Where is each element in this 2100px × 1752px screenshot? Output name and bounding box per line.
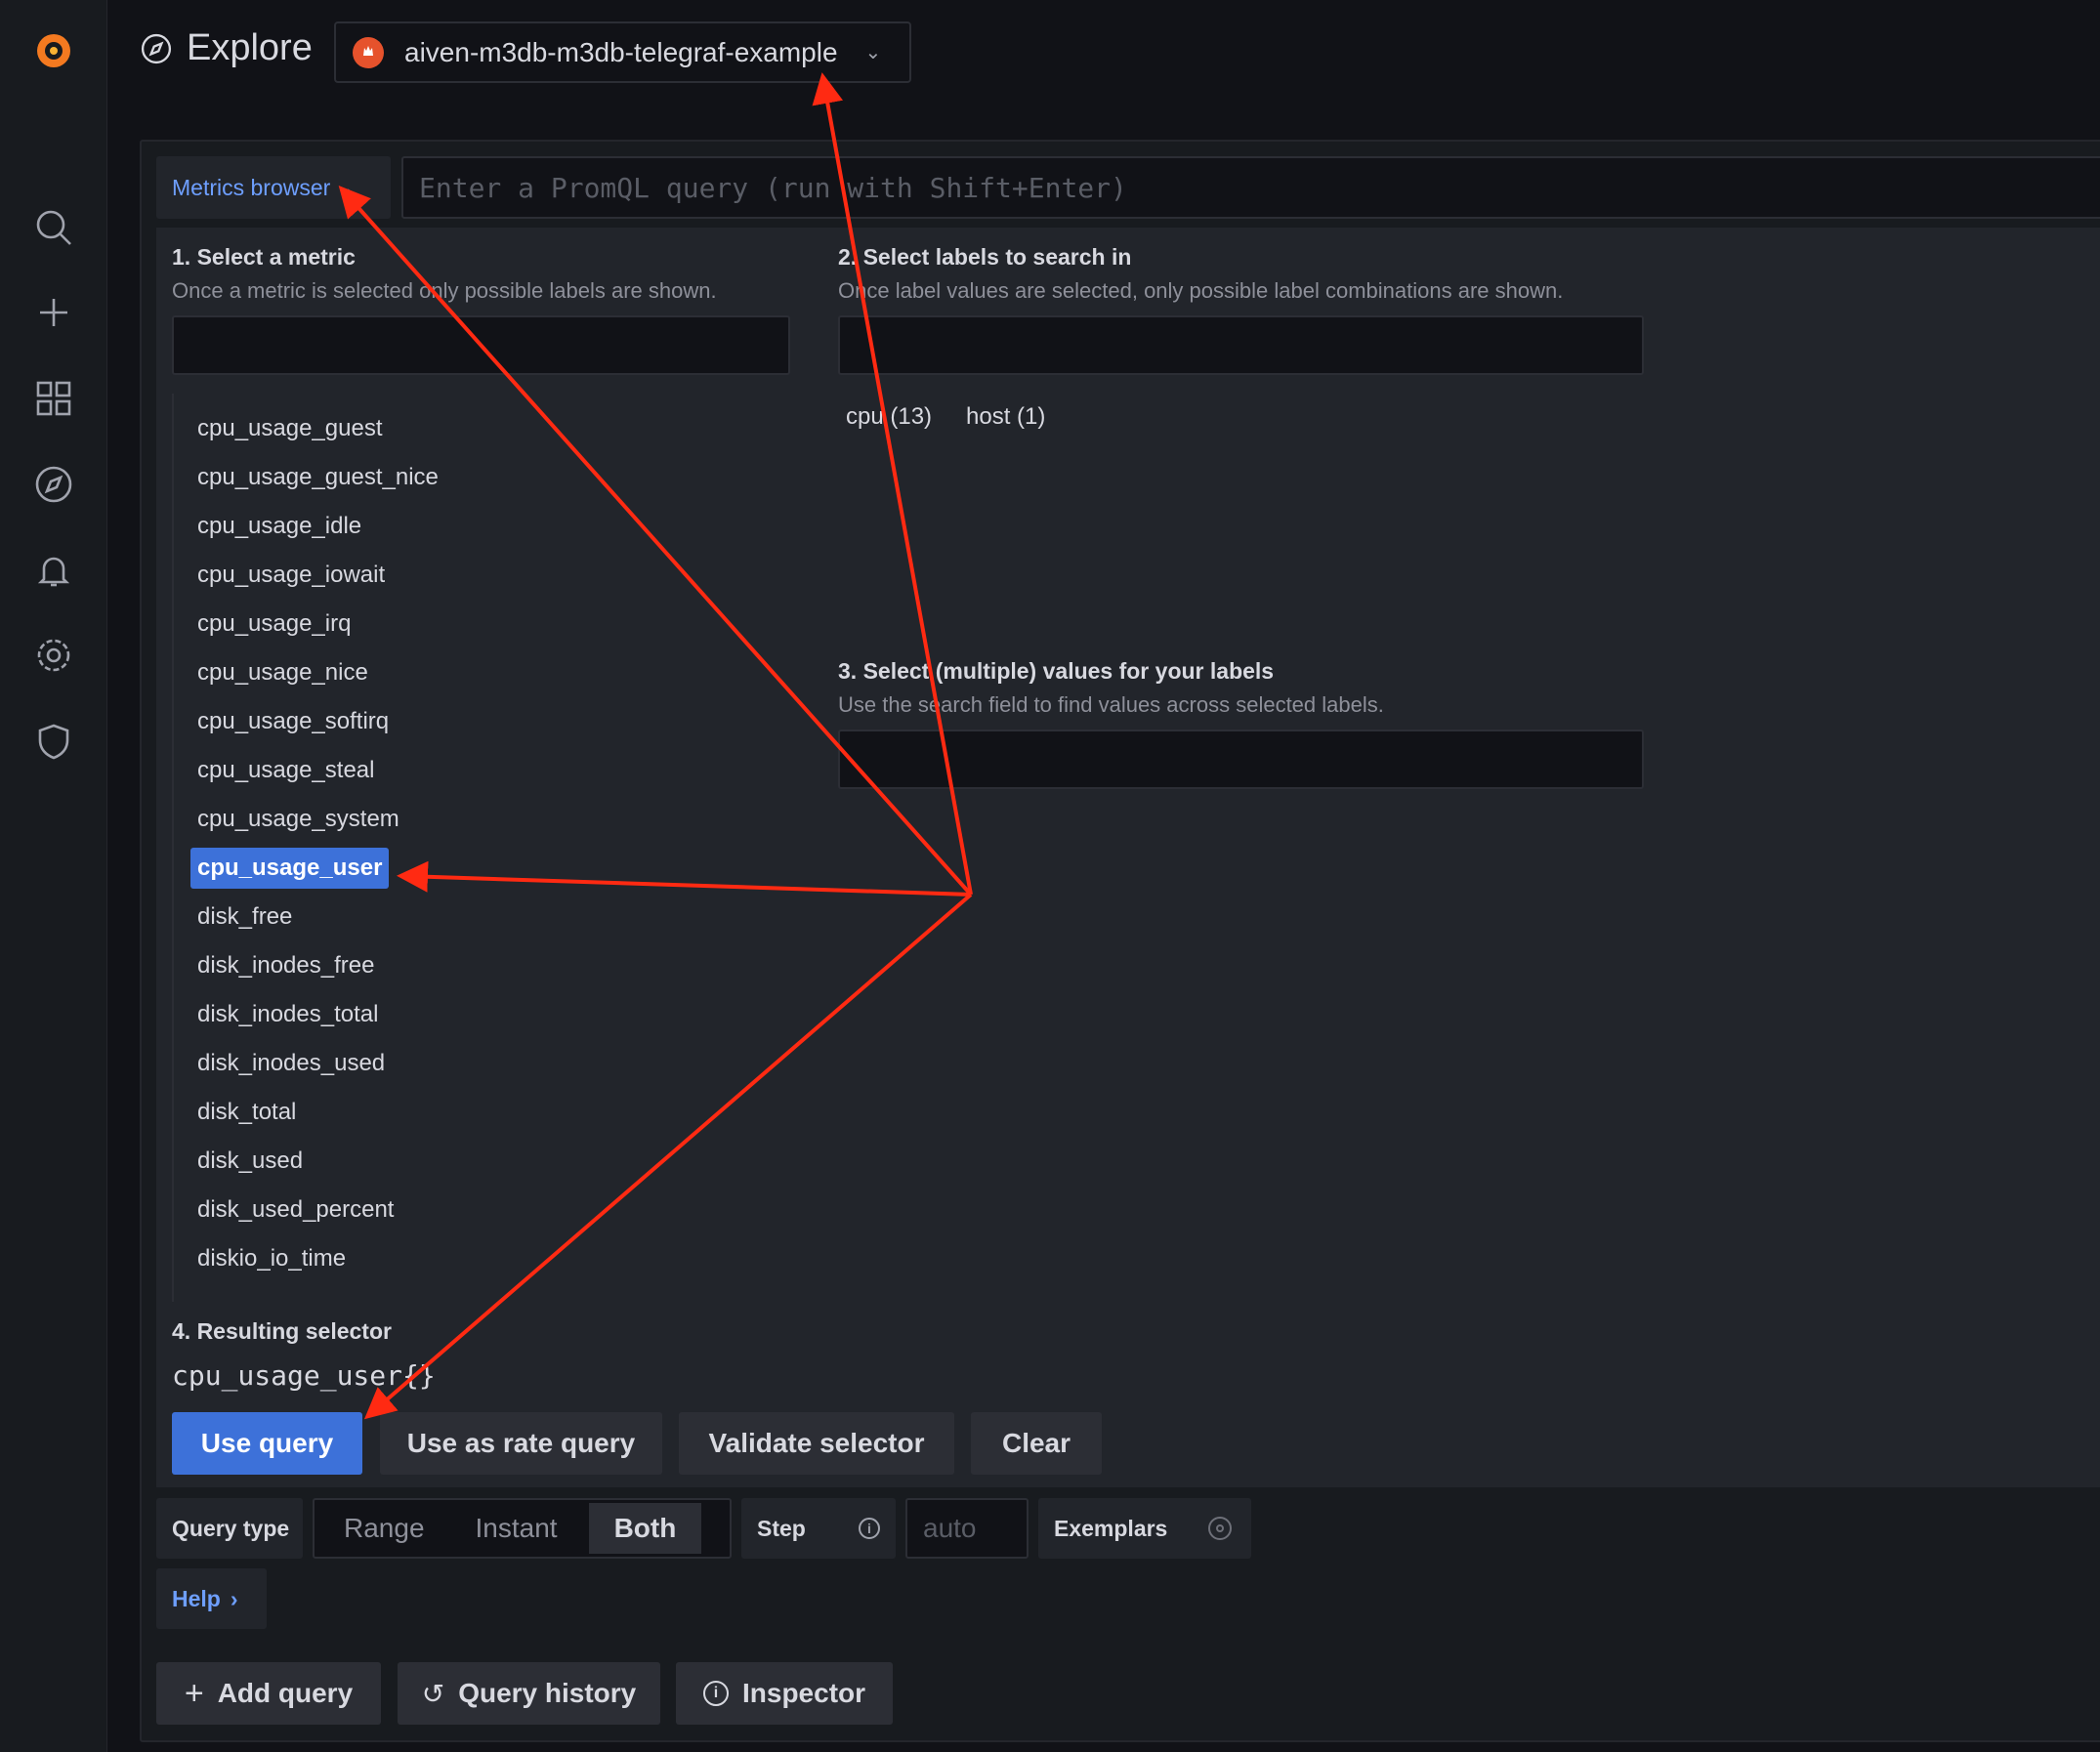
arrow-to-use-query [363, 893, 973, 1420]
annotation-arrows [338, 72, 973, 1420]
arrow-to-metrics-browser [338, 186, 973, 897]
arrow-to-datasource [812, 72, 973, 896]
arrow-to-selected-metric [397, 860, 972, 897]
